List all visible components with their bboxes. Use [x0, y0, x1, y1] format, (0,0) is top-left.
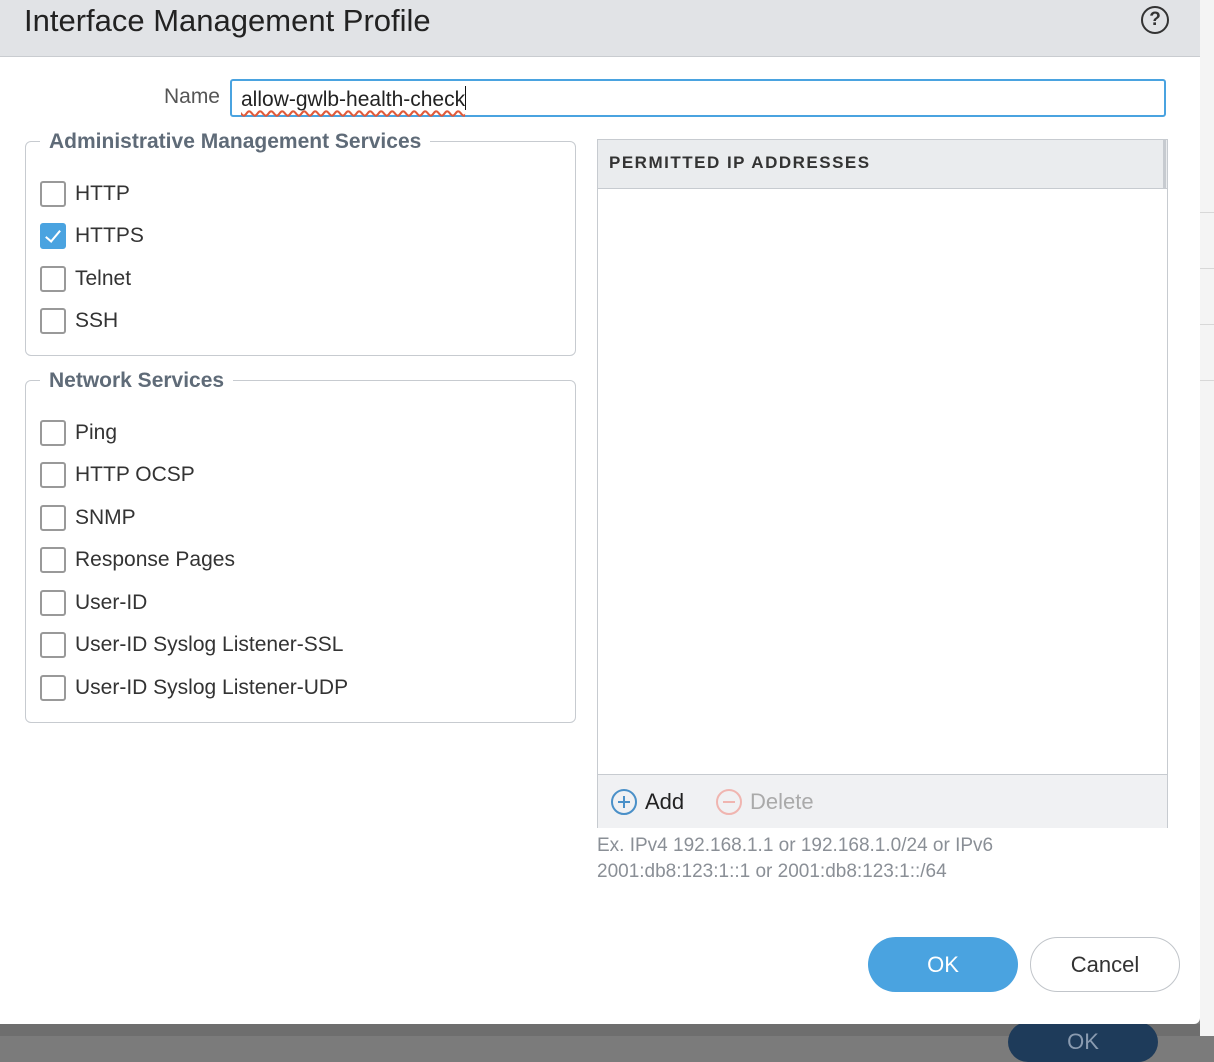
- background-ok-button: OK: [1008, 1022, 1158, 1062]
- background-row-divider: [1200, 324, 1214, 325]
- permitted-ip-toolbar: Add Delete: [598, 774, 1167, 828]
- permitted-ip-table: PERMITTED IP ADDRESSES Add Delete: [597, 139, 1168, 828]
- checkbox-label: User-ID Syslog Listener-UDP: [75, 676, 349, 699]
- permitted-ip-header: PERMITTED IP ADDRESSES: [598, 140, 1167, 189]
- cancel-button[interactable]: Cancel: [1030, 937, 1180, 992]
- name-input[interactable]: allow-gwlb-health-check: [230, 79, 1166, 117]
- background-app: [1200, 0, 1214, 1036]
- checkbox-label: User-ID: [75, 591, 148, 614]
- add-button[interactable]: Add: [611, 789, 684, 815]
- permitted-ip-list-body[interactable]: [598, 189, 1167, 773]
- ping-checkbox[interactable]: [40, 420, 66, 446]
- checkbox-label: Ping: [75, 421, 118, 444]
- checkbox-label: Response Pages: [75, 548, 235, 571]
- checkbox-label: HTTP OCSP: [75, 463, 195, 486]
- checkbox-row-http-ocsp[interactable]: HTTP OCSP: [40, 460, 195, 490]
- checkbox-row-ping[interactable]: Ping: [40, 418, 117, 448]
- user-id-syslog-udp-checkbox[interactable]: [40, 675, 66, 701]
- checkbox-label: Telnet: [75, 267, 132, 290]
- admin-services-legend: Administrative Management Services: [40, 129, 431, 155]
- checkbox-row-https[interactable]: HTTPS: [40, 221, 144, 251]
- checkbox-label: User-ID Syslog Listener-SSL: [75, 633, 344, 656]
- checkbox-row-ssh[interactable]: SSH: [40, 306, 118, 336]
- network-services-legend: Network Services: [40, 368, 234, 394]
- checkbox-row-user-id[interactable]: User-ID: [40, 588, 147, 618]
- column-resize-handle[interactable]: [1163, 140, 1166, 188]
- minus-circle-icon: [716, 789, 742, 815]
- background-row-divider: [1200, 268, 1214, 269]
- add-button-label: Add: [645, 789, 685, 814]
- text-caret: [465, 86, 467, 110]
- delete-button-label: Delete: [750, 789, 814, 814]
- dialog-titlebar: Interface Management Profile ?: [0, 0, 1200, 57]
- checkbox-row-snmp[interactable]: SNMP: [40, 503, 136, 533]
- plus-circle-icon: [611, 789, 637, 815]
- response-pages-checkbox[interactable]: [40, 547, 66, 573]
- permitted-ip-column-header[interactable]: PERMITTED IP ADDRESSES: [609, 153, 871, 173]
- checkbox-row-telnet[interactable]: Telnet: [40, 264, 131, 294]
- checkbox-label: SSH: [75, 309, 119, 332]
- checkbox-label: HTTPS: [75, 224, 144, 247]
- background-row-divider: [1200, 380, 1214, 381]
- name-input-value: allow-gwlb-health-check: [241, 88, 466, 111]
- checkbox-row-response-pages[interactable]: Response Pages: [40, 545, 235, 575]
- checkbox-label: SNMP: [75, 506, 136, 529]
- network-services-group: Network Services Ping HTTP OCSP SNMP Res…: [25, 368, 576, 723]
- checkbox-row-http[interactable]: HTTP: [40, 179, 130, 209]
- checkbox-row-user-id-syslog-ssl[interactable]: User-ID Syslog Listener-SSL: [40, 630, 343, 660]
- ip-format-hint: Ex. IPv4 192.168.1.1 or 192.168.1.0/24 o…: [597, 835, 994, 882]
- interface-management-profile-dialog: Interface Management Profile ? Name allo…: [0, 0, 1200, 1024]
- snmp-checkbox[interactable]: [40, 505, 66, 531]
- name-label: Name: [163, 85, 220, 108]
- user-id-checkbox[interactable]: [40, 590, 66, 616]
- ssh-checkbox[interactable]: [40, 308, 66, 334]
- ok-button[interactable]: OK: [868, 937, 1018, 992]
- http-ocsp-checkbox[interactable]: [40, 462, 66, 488]
- https-checkbox[interactable]: [40, 223, 66, 249]
- checkbox-label: HTTP: [75, 182, 130, 205]
- help-circle-icon[interactable]: ?: [1141, 6, 1169, 34]
- checkbox-row-user-id-syslog-udp[interactable]: User-ID Syslog Listener-UDP: [40, 673, 348, 703]
- http-checkbox[interactable]: [40, 181, 66, 207]
- delete-button[interactable]: Delete: [716, 789, 814, 815]
- user-id-syslog-ssl-checkbox[interactable]: [40, 632, 66, 658]
- admin-services-group: Administrative Management Services HTTP …: [25, 129, 576, 356]
- telnet-checkbox[interactable]: [40, 266, 66, 292]
- background-row-divider: [1200, 212, 1214, 213]
- dialog-title: Interface Management Profile: [24, 3, 431, 38]
